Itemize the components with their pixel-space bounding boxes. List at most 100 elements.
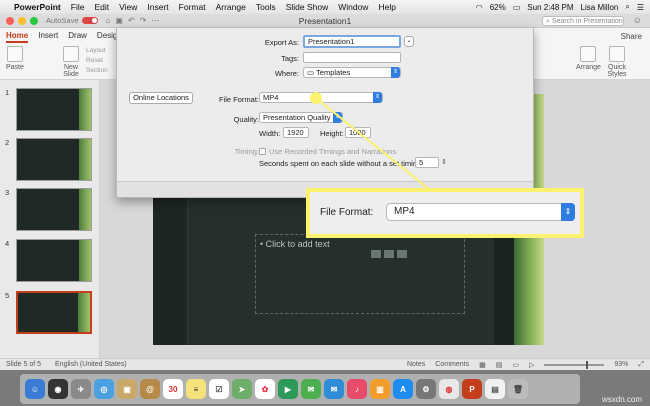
contacts-icon[interactable]: @ <box>140 379 160 399</box>
slide-counter: Slide 5 of 5 <box>6 361 42 368</box>
documents-folder-icon[interactable]: ▤ <box>485 379 505 399</box>
menu-insert[interactable]: Insert <box>147 2 168 12</box>
slide-thumbnail-2[interactable] <box>16 138 92 181</box>
share-button[interactable]: Share <box>621 32 642 41</box>
quick-styles-button[interactable]: Quick Styles <box>604 46 630 78</box>
slide-sorter-icon[interactable]: ▤ <box>496 361 503 369</box>
messages-icon[interactable]: ✉ <box>301 379 321 399</box>
photo-app-icon[interactable]: ▣ <box>117 379 137 399</box>
zoom-window-icon[interactable] <box>30 16 38 25</box>
insert-picture-icon[interactable] <box>371 250 381 258</box>
launchpad-icon[interactable]: ✈ <box>71 379 91 399</box>
menu-slide-show[interactable]: Slide Show <box>286 2 329 12</box>
close-window-icon[interactable] <box>6 16 14 25</box>
fit-to-window-icon[interactable]: ⤢ <box>638 361 644 369</box>
account-icon[interactable]: ☺ <box>633 15 642 25</box>
zoom-level[interactable]: 93% <box>614 361 628 368</box>
slide-thumbnail-1[interactable] <box>16 88 92 131</box>
system-preferences-icon[interactable]: ⚙ <box>416 379 436 399</box>
powerpoint-icon[interactable]: P <box>462 379 482 399</box>
tab-home[interactable]: Home <box>6 31 29 43</box>
recorded-timings-checkbox[interactable] <box>259 148 266 155</box>
insert-video-icon[interactable] <box>397 250 407 258</box>
file-format-select[interactable]: MP4 ⇕ <box>259 92 383 103</box>
wifi-icon[interactable]: ◠ <box>476 3 483 12</box>
search-input[interactable]: Search in Presentation <box>542 16 624 26</box>
notes-icon[interactable]: ≡ <box>186 379 206 399</box>
music-icon[interactable]: ♪ <box>347 379 367 399</box>
height-input[interactable]: 1080 <box>345 127 371 138</box>
paste-label: Paste <box>6 64 24 71</box>
books-icon[interactable]: ▥ <box>370 379 390 399</box>
width-input[interactable]: 1920 <box>283 127 309 138</box>
clock[interactable]: Sun 2:48 PM <box>527 3 573 12</box>
undo-icon[interactable]: ↶ <box>128 16 135 25</box>
new-slide-button[interactable]: New Slide <box>58 46 84 78</box>
menu-help[interactable]: Help <box>378 2 395 12</box>
redo-icon[interactable]: ↷ <box>140 16 147 25</box>
seconds-stepper-icon[interactable]: ⇕ <box>441 158 447 166</box>
notes-button[interactable]: Notes <box>407 361 425 368</box>
language-indicator[interactable]: English (United States) <box>55 361 127 368</box>
minimize-window-icon[interactable] <box>18 16 26 25</box>
user-name[interactable]: Lisa Millon <box>581 3 619 12</box>
tab-insert[interactable]: Insert <box>38 31 58 43</box>
slide-thumbnail-4[interactable] <box>16 239 92 282</box>
siri-icon[interactable]: ◉ <box>48 379 68 399</box>
safari-icon[interactable]: ◎ <box>94 379 114 399</box>
slideshow-icon[interactable]: ▷ <box>529 361 534 369</box>
finder-icon[interactable]: ☺ <box>25 379 45 399</box>
chrome-icon[interactable]: ◍ <box>439 379 459 399</box>
notification-center-icon[interactable]: ☰ <box>637 3 644 12</box>
maps-icon[interactable]: ➤ <box>232 379 252 399</box>
section-button[interactable]: Section <box>86 66 108 76</box>
app-store-icon[interactable]: A <box>393 379 413 399</box>
comments-button[interactable]: Comments <box>435 361 469 368</box>
export-as-input[interactable]: Presentation1 <box>303 35 401 48</box>
normal-view-icon[interactable]: ▦ <box>479 361 486 369</box>
autosave-toggle[interactable] <box>81 17 98 24</box>
content-placeholder[interactable]: • Click to add text <box>255 234 465 314</box>
menu-edit[interactable]: Edit <box>94 2 109 12</box>
expand-dialog-button[interactable]: ⌄ <box>404 36 414 47</box>
reset-button[interactable]: Reset <box>86 56 108 66</box>
trash-icon[interactable]: 🗑 <box>508 379 528 399</box>
menu-window[interactable]: Window <box>338 2 368 12</box>
menu-format[interactable]: Format <box>179 2 206 12</box>
menu-tools[interactable]: Tools <box>256 2 276 12</box>
paste-button[interactable]: Paste <box>6 46 24 71</box>
facetime-icon[interactable]: ▶ <box>278 379 298 399</box>
battery-percent[interactable]: 62% <box>490 3 506 12</box>
arrange-button[interactable]: Arrange <box>576 46 601 71</box>
clipboard-icon <box>6 46 23 62</box>
spotlight-icon[interactable]: ⌕ <box>625 2 629 12</box>
reminders-icon[interactable]: ☑ <box>209 379 229 399</box>
where-select[interactable]: ▭ Templates ⇕ <box>303 67 401 78</box>
autosave-control[interactable]: AutoSave <box>46 16 98 25</box>
battery-icon[interactable]: ▭ <box>513 3 521 12</box>
menu-file[interactable]: File <box>71 2 85 12</box>
slide-thumbnail-5[interactable] <box>16 291 92 334</box>
calendar-icon[interactable]: 30 <box>163 379 183 399</box>
photos-icon[interactable]: ✿ <box>255 379 275 399</box>
menu-view[interactable]: View <box>119 2 137 12</box>
layout-button[interactable]: Layout <box>86 46 108 56</box>
seconds-per-slide-input[interactable]: 5 <box>415 157 439 168</box>
save-icon[interactable]: ▣ <box>115 16 123 25</box>
reading-view-icon[interactable]: ▭ <box>512 361 519 369</box>
insert-smartart-icon[interactable] <box>384 250 394 258</box>
online-locations-button[interactable]: Online Locations <box>129 92 193 104</box>
zoom-slider[interactable] <box>544 360 605 369</box>
menu-arrange[interactable]: Arrange <box>216 2 246 12</box>
width-label: Width: <box>259 129 281 138</box>
tags-input[interactable] <box>303 52 401 63</box>
menu-app-name[interactable]: PowerPoint <box>14 2 61 12</box>
quality-select[interactable]: Presentation Quality ⇕ <box>259 112 343 123</box>
slide-thumbnail-3[interactable] <box>16 188 92 231</box>
callout-file-format-select[interactable]: MP4 ⇕ <box>386 203 575 221</box>
arrange-label: Arrange <box>576 64 601 71</box>
mail-icon[interactable]: ✉ <box>324 379 344 399</box>
more-icon[interactable]: ⋯ <box>151 16 159 25</box>
tab-draw[interactable]: Draw <box>68 31 87 43</box>
home-icon[interactable]: ⌂ <box>106 16 111 25</box>
